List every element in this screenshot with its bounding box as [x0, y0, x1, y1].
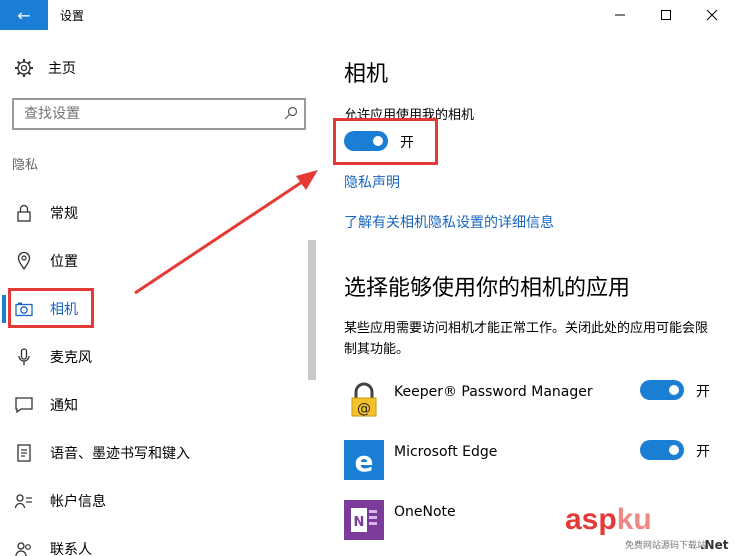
- watermark-logo: aspku: [565, 503, 652, 537]
- watermark-subtitle: 免费网站源码下载站: [625, 541, 707, 551]
- watermark-ku: ku: [616, 503, 652, 536]
- watermark-net: .Net: [700, 538, 729, 552]
- annotation-arrow: [134, 170, 318, 295]
- watermark-asp: asp: [565, 503, 617, 536]
